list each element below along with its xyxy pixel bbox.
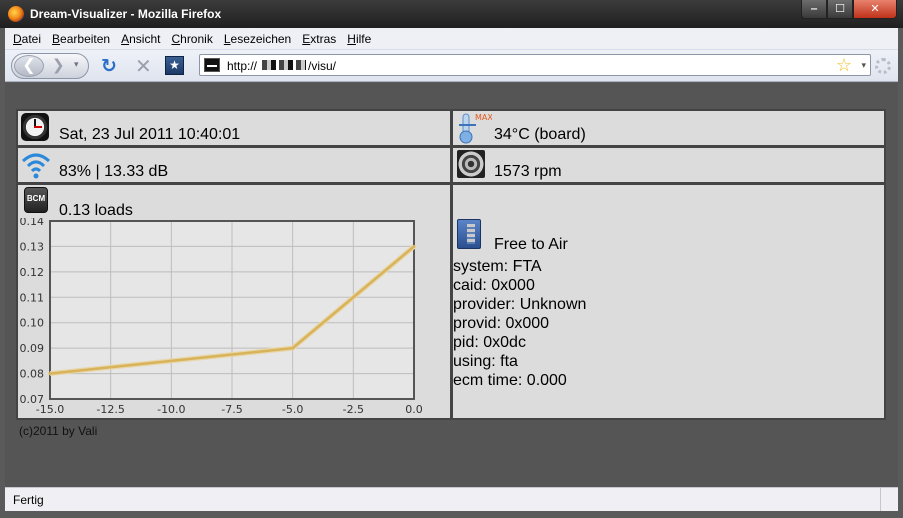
channel-info-list: system: FTA caid: 0x000 provider: Unknow… (453, 257, 586, 390)
menu-extras[interactable]: Extras (302, 32, 336, 46)
minimize-button[interactable]: ‒ (801, 0, 827, 19)
window-titlebar: Dream-Visualizer - Mozilla Firefox ‒ ☐ ✕ (0, 0, 903, 28)
status-text: Fertig (13, 493, 44, 507)
menu-chronik[interactable]: Chronik (171, 32, 212, 46)
footer-copyright: (c)2011 by Vali (19, 424, 98, 438)
chart-data-point (412, 244, 416, 248)
navigation-toolbar: ❮ ❯ ▾ ↻ ✕ ★ http:// /visu/ ☆ ▾ (5, 50, 898, 82)
url-path: /visu/ (308, 59, 337, 73)
menu-bearbeiten[interactable]: Bearbeiten (52, 32, 110, 46)
window-controls: ‒ ☐ ✕ (801, 0, 897, 19)
url-dropdown-icon[interactable]: ▾ (861, 60, 866, 71)
chart-x-tick-label: -12.5 (96, 403, 124, 416)
loading-spinner-icon (875, 58, 891, 74)
chart-x-tick-label: 0.0 (405, 403, 423, 416)
clock-icon (21, 113, 49, 141)
stop-icon[interactable]: ✕ (135, 54, 152, 79)
page-content: Sat, 23 Jul 2011 10:40:01 MAX 34°C (boar… (5, 83, 898, 487)
wifi-signal-icon (20, 149, 51, 179)
temperature-panel: MAX 34°C (board) (451, 109, 886, 147)
chart-y-tick-label: 0.11 (20, 291, 45, 304)
chart-y-tick-label: 0.14 (20, 218, 45, 228)
chart-x-tick-label: -7.5 (221, 403, 242, 416)
fan-speed-text: 1573 rpm (494, 163, 562, 180)
cpu-chip-icon: BCM (24, 187, 48, 213)
window-title: Dream-Visualizer - Mozilla Firefox (30, 7, 222, 21)
firefox-logo-icon (8, 6, 24, 22)
chart-y-tick-label: 0.08 (20, 368, 45, 381)
close-button[interactable]: ✕ (853, 0, 897, 19)
menu-ansicht[interactable]: Ansicht (121, 32, 160, 46)
forward-button[interactable]: ❯ (52, 56, 65, 74)
bookmark-icon[interactable]: ★ (165, 56, 184, 75)
channel-caid: caid: 0x000 (453, 277, 535, 294)
status-bar: Fertig (5, 487, 898, 511)
satellite-icon (457, 219, 481, 249)
chart-x-tick-label: -5.0 (282, 403, 303, 416)
chart-data-point (291, 346, 295, 350)
menu-hilfe[interactable]: Hilfe (347, 32, 371, 46)
channel-pid: pid: 0x0dc (453, 334, 526, 351)
menu-datei[interactable]: Datei (13, 32, 41, 46)
channel-ecm-time: ecm time: 0.000 (453, 372, 567, 389)
menu-lesezeichen[interactable]: Lesezeichen (224, 32, 291, 46)
load-chart: -15.0 -12.5 -10.0 -7.5 -5.0 -2.5 0.00.070.080.… (20, 218, 423, 416)
url-prefix: http:// (227, 59, 258, 73)
chart-y-tick-label: 0.10 (20, 317, 45, 330)
back-forward-group: ❮ ❯ ▾ (11, 53, 89, 79)
url-redacted-host (262, 60, 306, 70)
fan-panel: 1573 rpm (451, 146, 886, 184)
thermometer-icon: MAX (456, 111, 493, 144)
site-favicon-icon (204, 58, 220, 72)
channel-provider: provider: Unknown (453, 296, 587, 313)
chart-y-tick-label: 0.09 (20, 342, 45, 355)
history-dropdown-button[interactable]: ▾ (74, 59, 79, 70)
temperature-text: 34°C (board) (494, 126, 586, 143)
load-panel: BCM 0.13 loads -15.0 -12.5 -10.0 -7.5 -5.0 -2… (16, 183, 452, 420)
chart-y-tick-label: 0.07 (20, 393, 45, 406)
maximize-button[interactable]: ☐ (827, 0, 853, 19)
bookmark-star-icon[interactable]: ☆ (836, 55, 852, 76)
chart-x-tick-label: -2.5 (343, 403, 364, 416)
wifi-text: 83% | 13.33 dB (59, 163, 169, 180)
menu-bar: Datei Bearbeiten Ansicht Chronik Lesezei… (5, 28, 898, 50)
chart-y-tick-label: 0.13 (20, 240, 45, 253)
datetime-text: Sat, 23 Jul 2011 10:40:01 (59, 126, 241, 143)
channel-system: system: FTA (453, 258, 542, 275)
channel-provid: provid: 0x000 (453, 315, 550, 332)
temperature-max-badge: MAX (475, 113, 492, 122)
chart-y-tick-label: 0.12 (20, 266, 45, 279)
resize-grip-icon[interactable] (880, 488, 898, 511)
fan-icon (457, 150, 485, 178)
wifi-panel: 83% | 13.33 dB (16, 146, 452, 184)
channel-name: Free to Air (494, 236, 568, 253)
channel-panel: Free to Air system: FTA caid: 0x000 prov… (451, 183, 886, 420)
back-button[interactable]: ❮ (14, 55, 44, 77)
url-bar[interactable]: http:// /visu/ ☆ ▾ (199, 54, 871, 76)
channel-using: using: fta (453, 353, 518, 370)
chart-x-tick-label: -10.0 (157, 403, 185, 416)
chart-data-point (48, 372, 52, 376)
reload-icon[interactable]: ↻ (101, 55, 117, 78)
datetime-panel: Sat, 23 Jul 2011 10:40:01 (16, 109, 452, 147)
